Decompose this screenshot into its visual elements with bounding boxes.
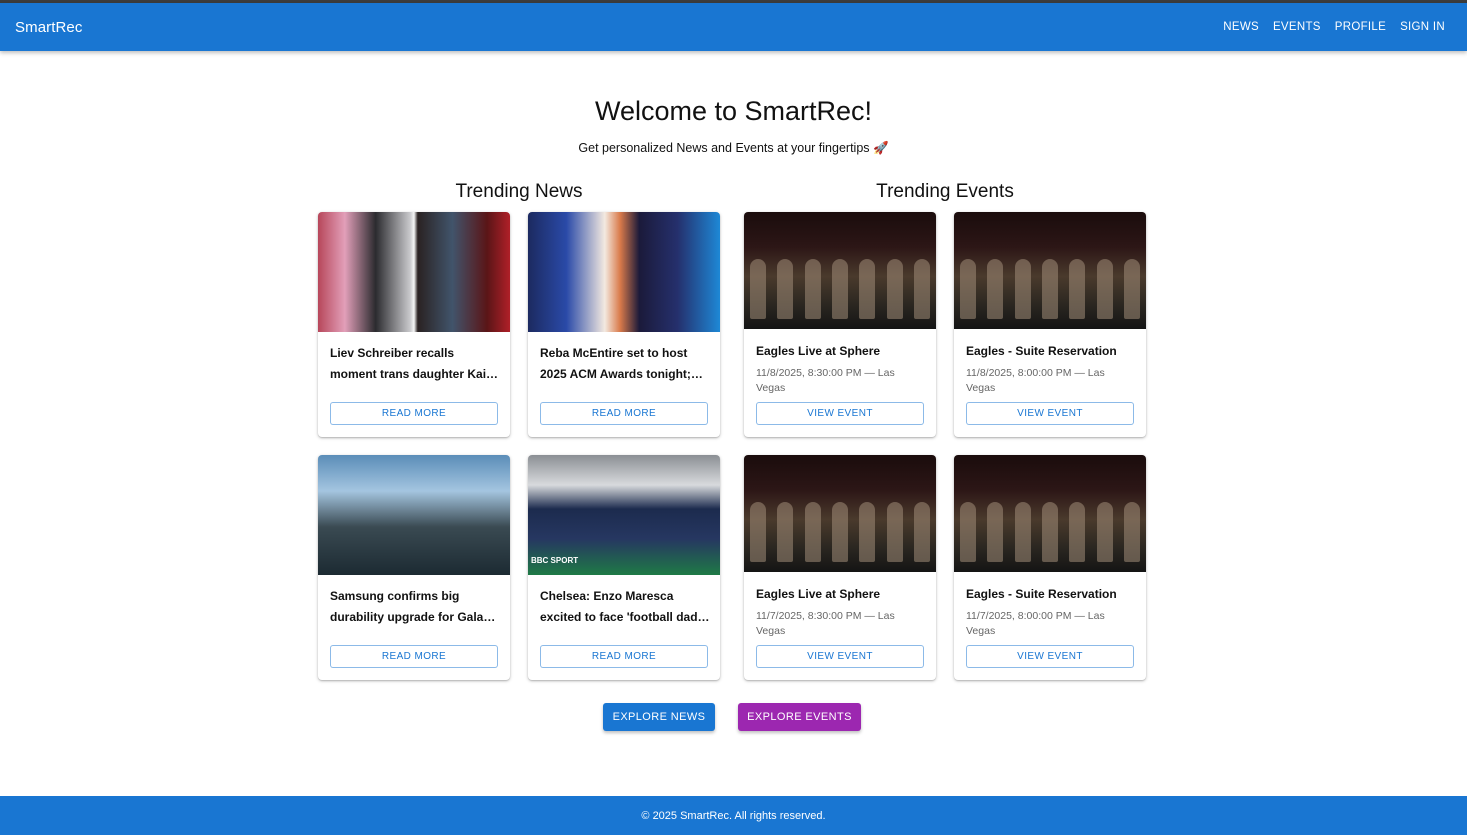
news-title[interactable]: Liev Schreiber recalls moment trans daug… [330,343,500,385]
event-image[interactable] [954,212,1146,329]
event-card: Eagles - Suite Reservation 11/8/2025, 8:… [954,212,1146,437]
nav-profile[interactable]: PROFILE [1328,15,1393,39]
footer-copyright: © 2025 SmartRec. All rights reserved. [641,809,826,822]
event-date-location: 11/7/2025, 8:00:00 PM — Las Vegas [966,610,1105,637]
hero-subtitle: Get personalized News and Events at your… [578,141,889,155]
event-image[interactable] [744,212,936,329]
event-date-location: 11/7/2025, 8:30:00 PM — Las Vegas [756,610,895,637]
view-event-button[interactable]: VIEW EVENT [756,402,924,425]
footer: © 2025 SmartRec. All rights reserved. [0,796,1467,835]
event-title[interactable]: Eagles Live at Sphere [756,341,926,361]
hero-title: Welcome to SmartRec! [594,96,873,126]
read-more-button[interactable]: READ MORE [330,645,498,668]
event-title[interactable]: Eagles Live at Sphere [756,584,926,604]
trending-news-heading: Trending News [455,181,583,202]
event-image[interactable] [954,455,1146,572]
view-event-button[interactable]: VIEW EVENT [756,645,924,668]
brand-logo[interactable]: SmartRec [15,19,82,36]
news-card: Samsung confirms big durability upgrade … [318,455,510,680]
band-photo [954,249,1146,319]
event-date-location: 11/8/2025, 8:30:00 PM — Las Vegas [756,367,895,394]
event-title[interactable]: Eagles - Suite Reservation [966,341,1136,361]
nav-events[interactable]: EVENTS [1266,15,1328,39]
event-image[interactable] [744,455,936,572]
app-bar: SmartRec NEWS EVENTS PROFILE SIGN IN [0,3,1467,51]
news-image[interactable] [318,455,510,575]
image-caption: BBC SPORT [531,556,579,565]
explore-news-button[interactable]: EXPLORE NEWS [603,703,715,731]
event-date-location: 11/8/2025, 8:00:00 PM — Las Vegas [966,367,1105,394]
news-title[interactable]: Samsung confirms big durability upgrade … [330,586,500,628]
read-more-button[interactable]: READ MORE [540,402,708,425]
read-more-button[interactable]: READ MORE [330,402,498,425]
explore-events-button[interactable]: EXPLORE EVENTS [738,703,861,731]
trending-events-heading: Trending Events [876,181,1014,202]
read-more-button[interactable]: READ MORE [540,645,708,668]
news-card: Reba McEntire set to host 2025 ACM Award… [528,212,720,437]
event-card: Eagles Live at Sphere 11/7/2025, 8:30:00… [744,455,936,680]
event-title[interactable]: Eagles - Suite Reservation [966,584,1136,604]
nav-news[interactable]: NEWS [1216,15,1266,39]
news-image[interactable] [318,212,510,332]
news-title[interactable]: Chelsea: Enzo Maresca excited to face 'f… [540,586,710,628]
event-card: Eagles Live at Sphere 11/8/2025, 8:30:00… [744,212,936,437]
band-photo [954,492,1146,562]
band-photo [744,492,936,562]
nav-sign-in[interactable]: SIGN IN [1393,15,1452,39]
event-card: Eagles - Suite Reservation 11/7/2025, 8:… [954,455,1146,680]
news-image[interactable] [528,212,720,332]
news-card: Liev Schreiber recalls moment trans daug… [318,212,510,437]
view-event-button[interactable]: VIEW EVENT [966,645,1134,668]
main-nav: NEWS EVENTS PROFILE SIGN IN [1216,15,1452,39]
band-photo [744,249,936,319]
view-event-button[interactable]: VIEW EVENT [966,402,1134,425]
news-image[interactable]: BBC SPORT [528,455,720,575]
news-card: BBC SPORT Chelsea: Enzo Maresca excited … [528,455,720,680]
news-title[interactable]: Reba McEntire set to host 2025 ACM Award… [540,343,710,385]
